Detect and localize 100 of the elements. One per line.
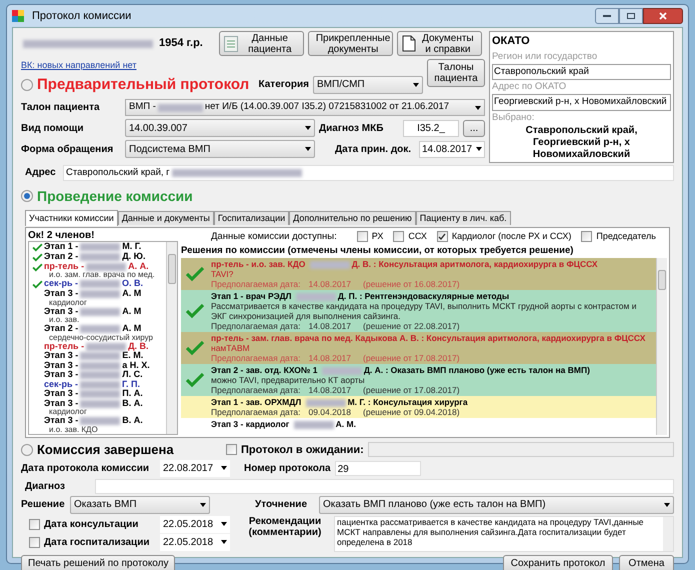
date-select[interactable]: 22.05.2018	[160, 516, 230, 533]
member-name[interactable]: Д. Ю.	[122, 252, 146, 262]
talons-button[interactable]: Талоны пациента	[427, 59, 485, 87]
blurred-text	[80, 371, 120, 379]
checkbox[interactable]	[581, 231, 592, 242]
scrollbar[interactable]	[663, 516, 673, 551]
checkbox[interactable]	[436, 231, 448, 242]
date-select[interactable]: 22.05.2018	[160, 534, 230, 551]
decision-select[interactable]: Оказать ВМП	[70, 496, 210, 514]
recommendations-field[interactable]: пациентка рассматривается в качестве кандидата на процедуру TAVI,данные МСКТ направлены для выполнения сайзинга.Дата госпитализации будет определена в 2018	[334, 516, 674, 552]
member-name[interactable]: В. А.	[122, 398, 143, 408]
member-name[interactable]: О. В.	[122, 279, 144, 289]
date-label: Предполагаемая дата:	[211, 385, 300, 395]
scrollbar[interactable]	[656, 258, 667, 435]
member-name[interactable]: Этап 2 -	[44, 252, 78, 262]
member-name[interactable]: А. М	[122, 306, 142, 316]
member-name[interactable]: А. М	[122, 324, 142, 334]
member-name[interactable]: пр-тель -	[44, 262, 84, 272]
save-button[interactable]: Сохранить протокол	[503, 554, 613, 570]
tab[interactable]: Дополнительно по решению	[289, 210, 416, 225]
member-name[interactable]: Этап 2 -	[44, 324, 78, 334]
member-name[interactable]: Этап 3 -	[44, 370, 78, 380]
checkbox[interactable]	[356, 231, 368, 242]
member-name[interactable]: сек-рь -	[44, 279, 78, 289]
tab[interactable]: Участники комиссии	[25, 210, 118, 226]
decision-row[interactable]	[181, 290, 656, 332]
checkbox[interactable]	[29, 536, 40, 548]
member-name[interactable]: Этап 3 -	[44, 360, 78, 370]
blurred-text	[80, 242, 120, 250]
member-name[interactable]: Г. П.	[122, 380, 140, 390]
member-name[interactable]: а Н. Х.	[122, 360, 150, 370]
member-name[interactable]: Этап 3 -	[44, 351, 78, 361]
address-field[interactable]: Ставропольский край, г	[63, 164, 674, 181]
tab[interactable]: Пациенту в лич. каб.	[416, 210, 511, 225]
icd-field[interactable]: I35.2_	[403, 120, 459, 136]
pending-field[interactable]	[368, 442, 674, 458]
blurred-text	[306, 398, 346, 407]
section-title: Комиссия завершена	[37, 441, 175, 459]
caret-icon	[475, 106, 481, 110]
member-name[interactable]: П. А.	[122, 389, 143, 399]
toolbar-button[interactable]: Данные пациента	[218, 31, 304, 56]
tab[interactable]: Данные и документы	[118, 210, 214, 225]
checkbox-label: ССХ	[408, 230, 427, 243]
decisions-title: Решения по комиссии (отмечены члены комиссии, от которых требуется решение)	[181, 244, 574, 258]
talon-select[interactable]: ВМП - нет И/Б (14.00.39.007 I35.2) 07215831002 от 21.06.2017	[125, 99, 485, 116]
protocol-date-select[interactable]: 22.08.2017	[160, 460, 230, 477]
field-label: Категория	[258, 78, 309, 92]
radio-button[interactable]	[21, 190, 33, 202]
print-button[interactable]: Печать решений по протоколу	[21, 554, 176, 570]
browse-button[interactable]: ...	[463, 120, 485, 136]
decision-row[interactable]: Этап 2 - зав. отд. КХО№ 1 Д. А. : Оказать ВМП планово (уже есть талон на ВМП) можно TAVI, предварительно КТ аорты Предполагаемая дата: 14.08.2017 (решение от 17.08.2017)	[181, 364, 656, 396]
checkbox[interactable]	[226, 444, 237, 456]
protocol-number-field[interactable]: 29	[334, 460, 421, 476]
region-field[interactable]: Ставропольский край	[492, 64, 671, 80]
member-name[interactable]: Этап 3 -	[44, 416, 78, 426]
member-name[interactable]: Этап 3 -	[44, 389, 78, 399]
tab[interactable]: Госпитализации	[214, 210, 290, 225]
radio-button[interactable]	[21, 444, 33, 456]
aid-select[interactable]: 14.00.39.007	[125, 119, 315, 137]
member-name[interactable]: Этап 3 -	[44, 306, 78, 316]
checkbox[interactable]	[29, 518, 40, 530]
member-name[interactable]: Этап 1 -	[44, 242, 78, 252]
toolbar-button[interactable]: Прикрепленные документы	[308, 31, 393, 56]
detail-select[interactable]: Оказать ВМП планово (уже есть талон на ВМП)	[319, 496, 674, 514]
member-name[interactable]: Этап 3 -	[44, 289, 78, 299]
field-label: Регион или государство	[492, 50, 598, 64]
toolbar-button[interactable]: Документы и справки	[396, 31, 482, 56]
close-button[interactable]	[643, 8, 683, 24]
member-name[interactable]: сек-рь -	[44, 380, 78, 390]
member-name[interactable]: М. Г.	[122, 242, 142, 252]
list-icon	[224, 36, 238, 52]
member-name[interactable]: Этап 3 -	[44, 398, 78, 408]
decision-header: пр-тель - зам. глав. врача по мед. Кадыкова А. В. : Консультация аритмолога, кардиохирурга в ФЦССХ	[211, 333, 646, 343]
member-name[interactable]: пр-тель -	[44, 342, 84, 352]
member-name[interactable]: В. А.	[122, 416, 143, 426]
diagnosis-field[interactable]	[95, 478, 674, 494]
referrals-link[interactable]: ВК: новых направлений нет	[21, 59, 423, 72]
category-select[interactable]: ВМП/СМП	[313, 76, 423, 94]
scrollbar[interactable]	[166, 242, 177, 434]
minimize-button[interactable]	[595, 8, 619, 24]
member-name[interactable]: А. А.	[128, 262, 149, 272]
blurred-text	[80, 417, 120, 425]
maximize-button[interactable]	[619, 8, 643, 24]
date-field[interactable]: 14.08.2017	[419, 140, 485, 158]
radio-button[interactable]	[21, 78, 33, 91]
checkbox[interactable]	[393, 231, 404, 242]
cancel-button[interactable]: Отмена	[619, 554, 674, 570]
blurred-text	[80, 352, 120, 360]
okato-address-field[interactable]: Георгиевский р-н, х Новомихайловский	[492, 94, 671, 110]
caret-icon	[221, 522, 227, 526]
form-select[interactable]: Подсистема ВМП	[125, 140, 315, 158]
blurred-text	[86, 262, 126, 270]
member-name[interactable]: Л. С.	[122, 370, 143, 380]
member-name[interactable]: Е. М.	[122, 351, 144, 361]
decision-row[interactable]: Этап 1 - зав. ОРХМДЛ М. Г. : Консультация хирурга Предполагаемая дата: 09.04.2018 (решение от 09.04.2018)	[181, 396, 656, 418]
date-label: Предполагаемая дата:	[211, 321, 300, 331]
talon-value: нет И/Б (14.00.39.007 I35.2) 07215831002 от 21.06.2017	[204, 100, 450, 114]
member-name[interactable]: А. М	[122, 289, 142, 299]
field-label: Талон пациента	[21, 101, 101, 115]
member-name[interactable]: Д. В.	[128, 342, 149, 352]
